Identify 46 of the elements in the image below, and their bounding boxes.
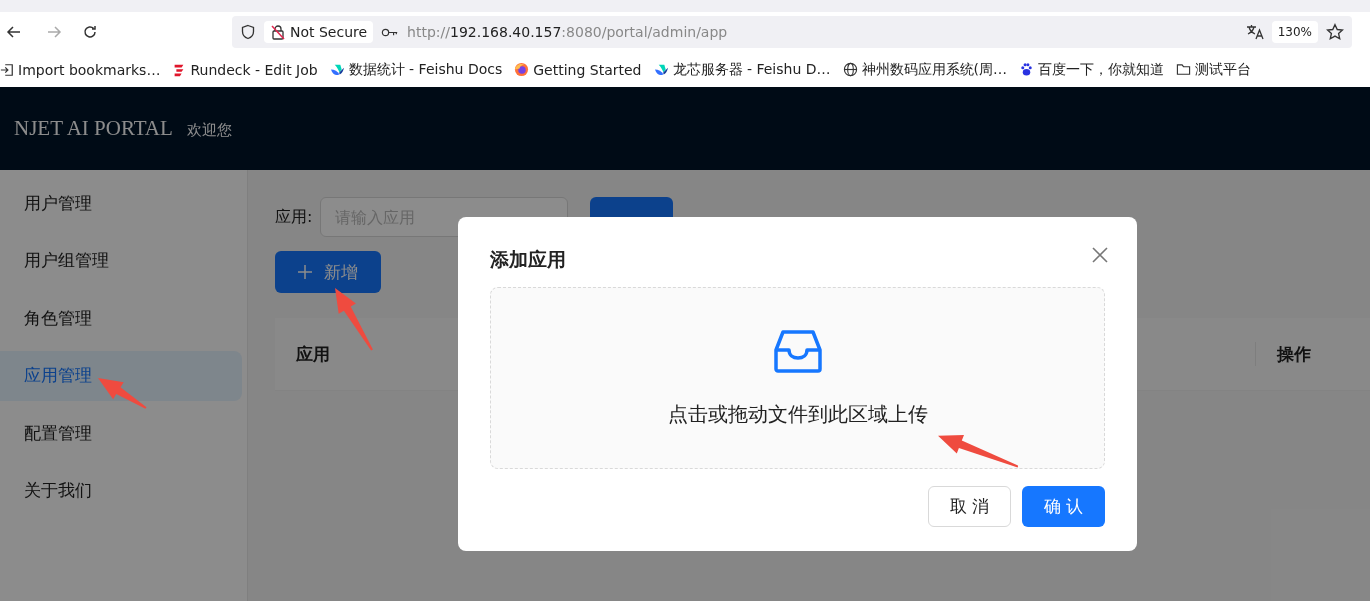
bookmark-item[interactable]: 百度一下，你就知道 (1019, 60, 1164, 79)
search-label: 应用: (275, 206, 313, 228)
annotation-arrow (335, 288, 373, 351)
back-icon[interactable] (6, 24, 22, 40)
column-header: 应用 (295, 342, 330, 366)
cancel-button[interactable]: 取 消 (928, 486, 1011, 527)
security-badge[interactable]: Not Secure (264, 21, 374, 43)
bird-icon (653, 62, 669, 77)
app-title: NJET AI PORTAL (14, 116, 173, 141)
sidebar-item[interactable]: 用户管理 (0, 178, 242, 228)
bookmark-item[interactable]: Import bookmarks… (0, 61, 161, 78)
sidebar-item[interactable]: 用户组管理 (0, 235, 242, 286)
import-icon (0, 62, 14, 77)
upload-area[interactable]: 点击或拖动文件到此区域上传 (490, 287, 1105, 469)
column-header: 操作 (1255, 342, 1311, 366)
reload-icon[interactable] (82, 24, 98, 40)
translate-icon[interactable] (1245, 24, 1264, 40)
bookmark-item[interactable]: Rundeck - Edit Job (172, 61, 318, 78)
shield-icon[interactable] (240, 24, 256, 40)
bookmark-item[interactable]: 数据统计 - Feishu Docs (329, 60, 503, 79)
dialog-title: 添加应用 (490, 247, 566, 272)
url-field[interactable]: http://192.168.40.157:8080/portal/admin/app (407, 24, 1238, 40)
sidebar-item[interactable]: 关于我们 (0, 465, 242, 516)
bird-icon (329, 62, 345, 77)
zoom-level[interactable]: 130% (1271, 21, 1318, 43)
bookmark-item[interactable]: 龙芯服务器 - Feishu D… (653, 60, 831, 79)
welcome-text: 欢迎您 (186, 121, 232, 140)
bookmark-item[interactable]: Getting Started (514, 61, 642, 78)
confirm-button[interactable]: 确 认 (1022, 486, 1105, 527)
sidebar-item[interactable]: 角色管理 (0, 293, 242, 343)
security-label: Not Secure (290, 24, 368, 40)
paw-icon (1019, 62, 1034, 77)
star-icon[interactable] (1326, 23, 1344, 41)
globe-icon (842, 62, 858, 77)
plus-icon (298, 265, 312, 279)
sidebar-item[interactable]: 配置管理 (0, 408, 242, 458)
inbox-icon (773, 328, 822, 373)
annotation-arrow (98, 378, 147, 409)
fox-icon (514, 62, 530, 77)
upload-hint: 点击或拖动文件到此区域上传 (667, 400, 928, 428)
folder-icon (1176, 62, 1191, 77)
key-icon[interactable] (381, 26, 400, 38)
close-icon[interactable] (1092, 247, 1108, 263)
bookmark-item[interactable]: 神州数码应用系统(周… (842, 60, 1007, 79)
bookmark-item[interactable]: 测试平台 (1176, 60, 1251, 79)
lock-icon (270, 24, 286, 40)
